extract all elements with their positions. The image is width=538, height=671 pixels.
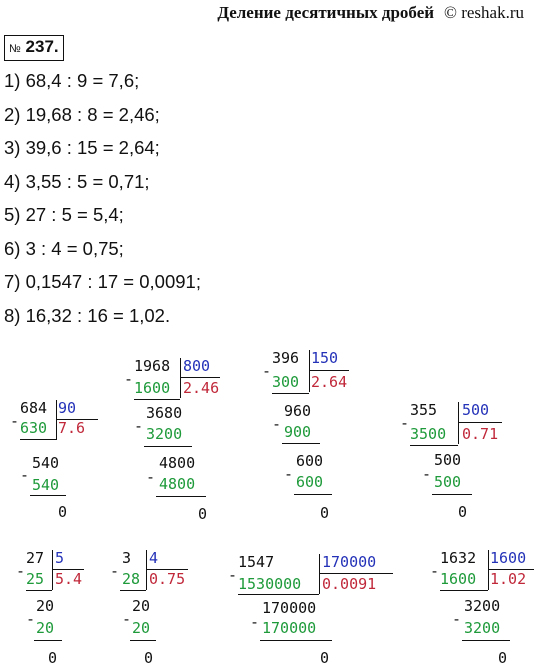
minus-sign: - (400, 414, 410, 432)
quotient: 1.02 (490, 570, 527, 588)
page-title: Деление десятичных дробей (217, 3, 435, 22)
quotient: 0.75 (149, 570, 186, 588)
minus-sign: - (134, 417, 144, 435)
remainder: 0 (48, 649, 58, 667)
divisor: 5 (55, 549, 65, 567)
divisor: 170000 (322, 553, 377, 571)
subtrahend: 900 (284, 423, 312, 441)
dividend: 3 (122, 549, 132, 567)
subtrahend: 3200 (146, 425, 183, 443)
subtrahend: 1600 (134, 379, 171, 397)
subtrahend: 1600 (440, 570, 477, 588)
subtrahend: 20 (132, 619, 151, 637)
number-sign: № (9, 43, 21, 55)
equation-line: 3) 39,6 : 15 = 2,64; (4, 137, 160, 158)
divisor: 500 (462, 401, 490, 419)
remainder: 0 (458, 503, 468, 521)
minus-sign: - (250, 613, 260, 631)
equation-line: 8) 16,32 : 16 = 1,02. (4, 304, 171, 326)
minus-sign: - (10, 412, 20, 430)
subtrahend: 3500 (410, 425, 447, 443)
minus-sign: - (262, 362, 272, 380)
equation-line: 7) 0,1547 : 17 = 0,0091; (4, 271, 201, 292)
subtrahend: 630 (20, 419, 48, 437)
partial-remainder: 170000 (262, 599, 317, 617)
equation-line: 6) 3 : 4 = 0,75; (4, 237, 124, 259)
dividend: 1968 (134, 357, 171, 375)
subtrahend: 500 (434, 473, 462, 491)
divisor: 800 (183, 357, 211, 375)
minus-sign: - (20, 466, 30, 484)
partial-remainder: 4800 (159, 454, 196, 472)
partial-remainder: 3680 (146, 404, 183, 422)
subtrahend: 3200 (464, 619, 501, 637)
quotient: 5.4 (55, 570, 83, 588)
quotient: 2.46 (183, 379, 220, 397)
minus-sign: - (272, 415, 282, 433)
subtrahend: 540 (32, 476, 60, 494)
quotient: 0.0091 (322, 575, 377, 593)
partial-remainder: 500 (434, 451, 462, 469)
partial-remainder: 3200 (464, 597, 501, 615)
page-header: Деление десятичных дробей © reshak.ru (217, 3, 524, 23)
minus-sign: - (228, 566, 238, 584)
subtrahend: 170000 (262, 619, 317, 637)
minus-sign: - (110, 562, 120, 580)
minus-sign: - (430, 562, 440, 580)
subtrahend: 20 (36, 619, 55, 637)
subtrahend: 4800 (159, 475, 196, 493)
minus-sign: - (422, 465, 432, 483)
divisor: 90 (58, 399, 77, 417)
task-number-badge: № 237. (4, 35, 64, 61)
equation-list: 1) 68,4 : 9 = 7,6; 2) 19,68 : 8 = 2,46; … (4, 64, 201, 332)
remainder: 0 (198, 505, 208, 523)
quotient: 0.71 (462, 425, 499, 443)
minus-sign: - (16, 562, 26, 580)
minus-sign: - (452, 610, 462, 628)
subtrahend: 25 (26, 570, 45, 588)
subtrahend: 600 (296, 473, 324, 491)
divisor: 4 (149, 549, 159, 567)
remainder: 0 (144, 649, 154, 667)
equation-line: 2) 19,68 : 8 = 2,46; (4, 103, 160, 125)
site-credit: © reshak.ru (444, 3, 524, 22)
dividend: 396 (272, 349, 300, 367)
remainder: 0 (498, 649, 508, 667)
minus-sign: - (146, 468, 156, 486)
remainder: 0 (320, 649, 330, 667)
partial-remainder: 540 (32, 454, 60, 472)
dividend: 1632 (440, 549, 477, 567)
partial-remainder: 600 (296, 452, 324, 470)
divisor: 150 (311, 349, 339, 367)
equation-line: 4) 3,55 : 5 = 0,71; (4, 170, 150, 192)
dividend: 684 (20, 399, 48, 417)
quotient: 7.6 (58, 419, 86, 437)
subtrahend: 300 (272, 373, 300, 391)
remainder: 0 (320, 504, 330, 522)
minus-sign: - (284, 465, 294, 483)
subtrahend: 28 (122, 570, 141, 588)
quotient: 2.64 (311, 373, 348, 391)
subtrahend: 1530000 (238, 575, 302, 593)
equation-line: 5) 27 : 5 = 5,4; (4, 204, 124, 225)
partial-remainder: 20 (132, 597, 151, 615)
minus-sign: - (122, 610, 132, 628)
dividend: 1547 (238, 553, 275, 571)
dividend: 355 (410, 401, 438, 419)
minus-sign: - (26, 610, 36, 628)
dividend: 27 (26, 549, 45, 567)
minus-sign: - (124, 370, 134, 388)
equation-line: 1) 68,4 : 9 = 7,6; (4, 70, 140, 91)
remainder: 0 (58, 503, 68, 521)
partial-remainder: 960 (284, 402, 312, 420)
task-number: 237. (25, 37, 59, 56)
divisor: 1600 (490, 549, 527, 567)
partial-remainder: 20 (36, 597, 55, 615)
